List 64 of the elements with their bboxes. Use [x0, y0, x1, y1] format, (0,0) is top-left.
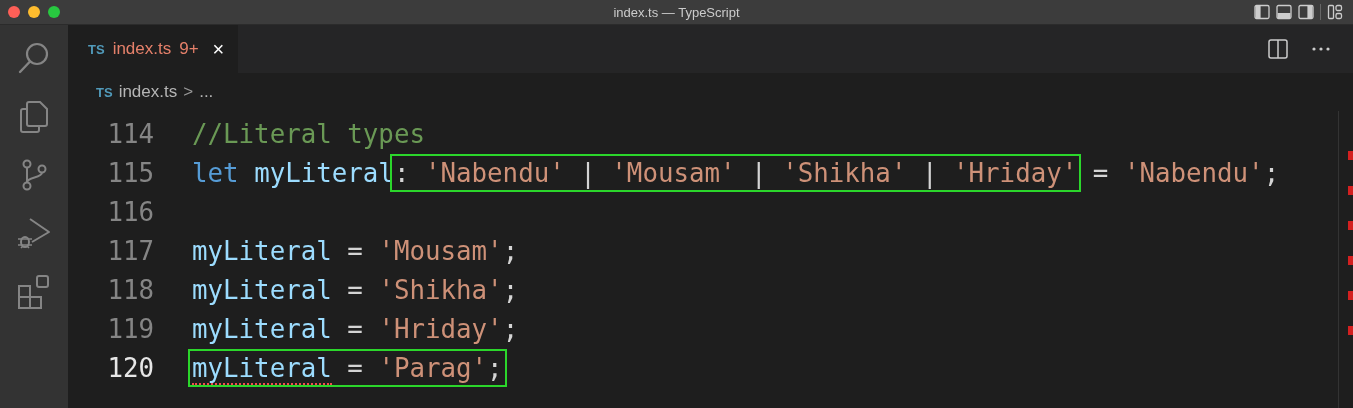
code-token: let	[192, 157, 240, 190]
code-token: 'Nabendu'	[424, 157, 565, 190]
code-token: |	[750, 157, 768, 190]
code-token: 'Mousam'	[378, 235, 503, 268]
code-token: ;	[487, 352, 503, 385]
breadcrumb-file[interactable]: index.ts	[118, 82, 178, 102]
code-token: 'Hriday'	[953, 157, 1078, 190]
split-editor-icon[interactable]	[1267, 38, 1289, 60]
close-tab-button[interactable]: ×	[206, 37, 225, 61]
code-token: myLiteral	[192, 274, 332, 307]
editor-tab[interactable]: TS index.ts 9+ ×	[68, 25, 239, 73]
code-token: myLiteral	[254, 157, 394, 190]
code-token: ;	[1263, 157, 1280, 190]
code-token: ;	[502, 313, 519, 346]
line-number: 117	[106, 235, 155, 266]
code-token: =	[346, 274, 364, 307]
error-marker	[1348, 151, 1353, 160]
code-token: myLiteral	[192, 313, 332, 346]
problem-count: 9+	[179, 39, 199, 59]
tab-label: index.ts	[112, 39, 172, 59]
blocks-icon[interactable]	[16, 273, 52, 309]
code-token: ;	[502, 235, 519, 268]
code-token: :	[393, 157, 411, 190]
error-marker	[1348, 221, 1353, 230]
line-number: 119	[106, 313, 155, 344]
close-window-button[interactable]	[8, 6, 20, 18]
more-actions-icon[interactable]	[1311, 46, 1331, 52]
zoom-window-button[interactable]	[48, 6, 60, 18]
line-number: 116	[106, 196, 155, 227]
code-token: |	[920, 157, 939, 190]
code-token: =	[1091, 157, 1110, 190]
code-token: =	[346, 313, 364, 346]
window-title: index.ts — TypeScript	[613, 4, 740, 20]
error-marker	[1348, 291, 1353, 300]
code-token: 'Mousam'	[611, 157, 736, 190]
file-type-label: TS	[96, 84, 113, 100]
toggle-primary-sidebar-icon[interactable]	[1254, 4, 1270, 20]
line-number: 118	[106, 274, 155, 305]
file-type-label: TS	[88, 41, 105, 57]
code-token: 'Parag'	[378, 352, 488, 385]
code-token: |	[579, 157, 597, 190]
code-token: myLiteral	[192, 352, 332, 385]
line-number: 115	[106, 157, 155, 188]
error-marker	[1348, 186, 1353, 195]
breadcrumb-separator: >	[183, 82, 194, 102]
code-token: 'Nabendu'	[1123, 157, 1264, 190]
line-number: 120	[106, 352, 155, 383]
line-number: 114	[106, 118, 155, 149]
code-token: //Literal types	[192, 118, 425, 151]
code-token: 'Shikha'	[782, 157, 907, 190]
error-marker	[1348, 256, 1353, 265]
code-token: myLiteral	[192, 235, 332, 268]
minimize-window-button[interactable]	[28, 6, 40, 18]
code-token: 'Hriday'	[378, 313, 503, 346]
code-token: =	[346, 235, 364, 268]
toggle-secondary-sidebar-icon[interactable]	[1298, 4, 1314, 20]
code-token: =	[346, 352, 364, 385]
breadcrumb-symbols[interactable]: ...	[199, 82, 214, 102]
code-token: 'Shikha'	[378, 274, 503, 307]
error-marker	[1348, 326, 1353, 335]
customize-layout-icon[interactable]	[1327, 4, 1343, 20]
code-token: ;	[502, 274, 519, 307]
play-bug-icon[interactable]	[16, 215, 52, 251]
toggle-panel-icon[interactable]	[1276, 4, 1292, 20]
